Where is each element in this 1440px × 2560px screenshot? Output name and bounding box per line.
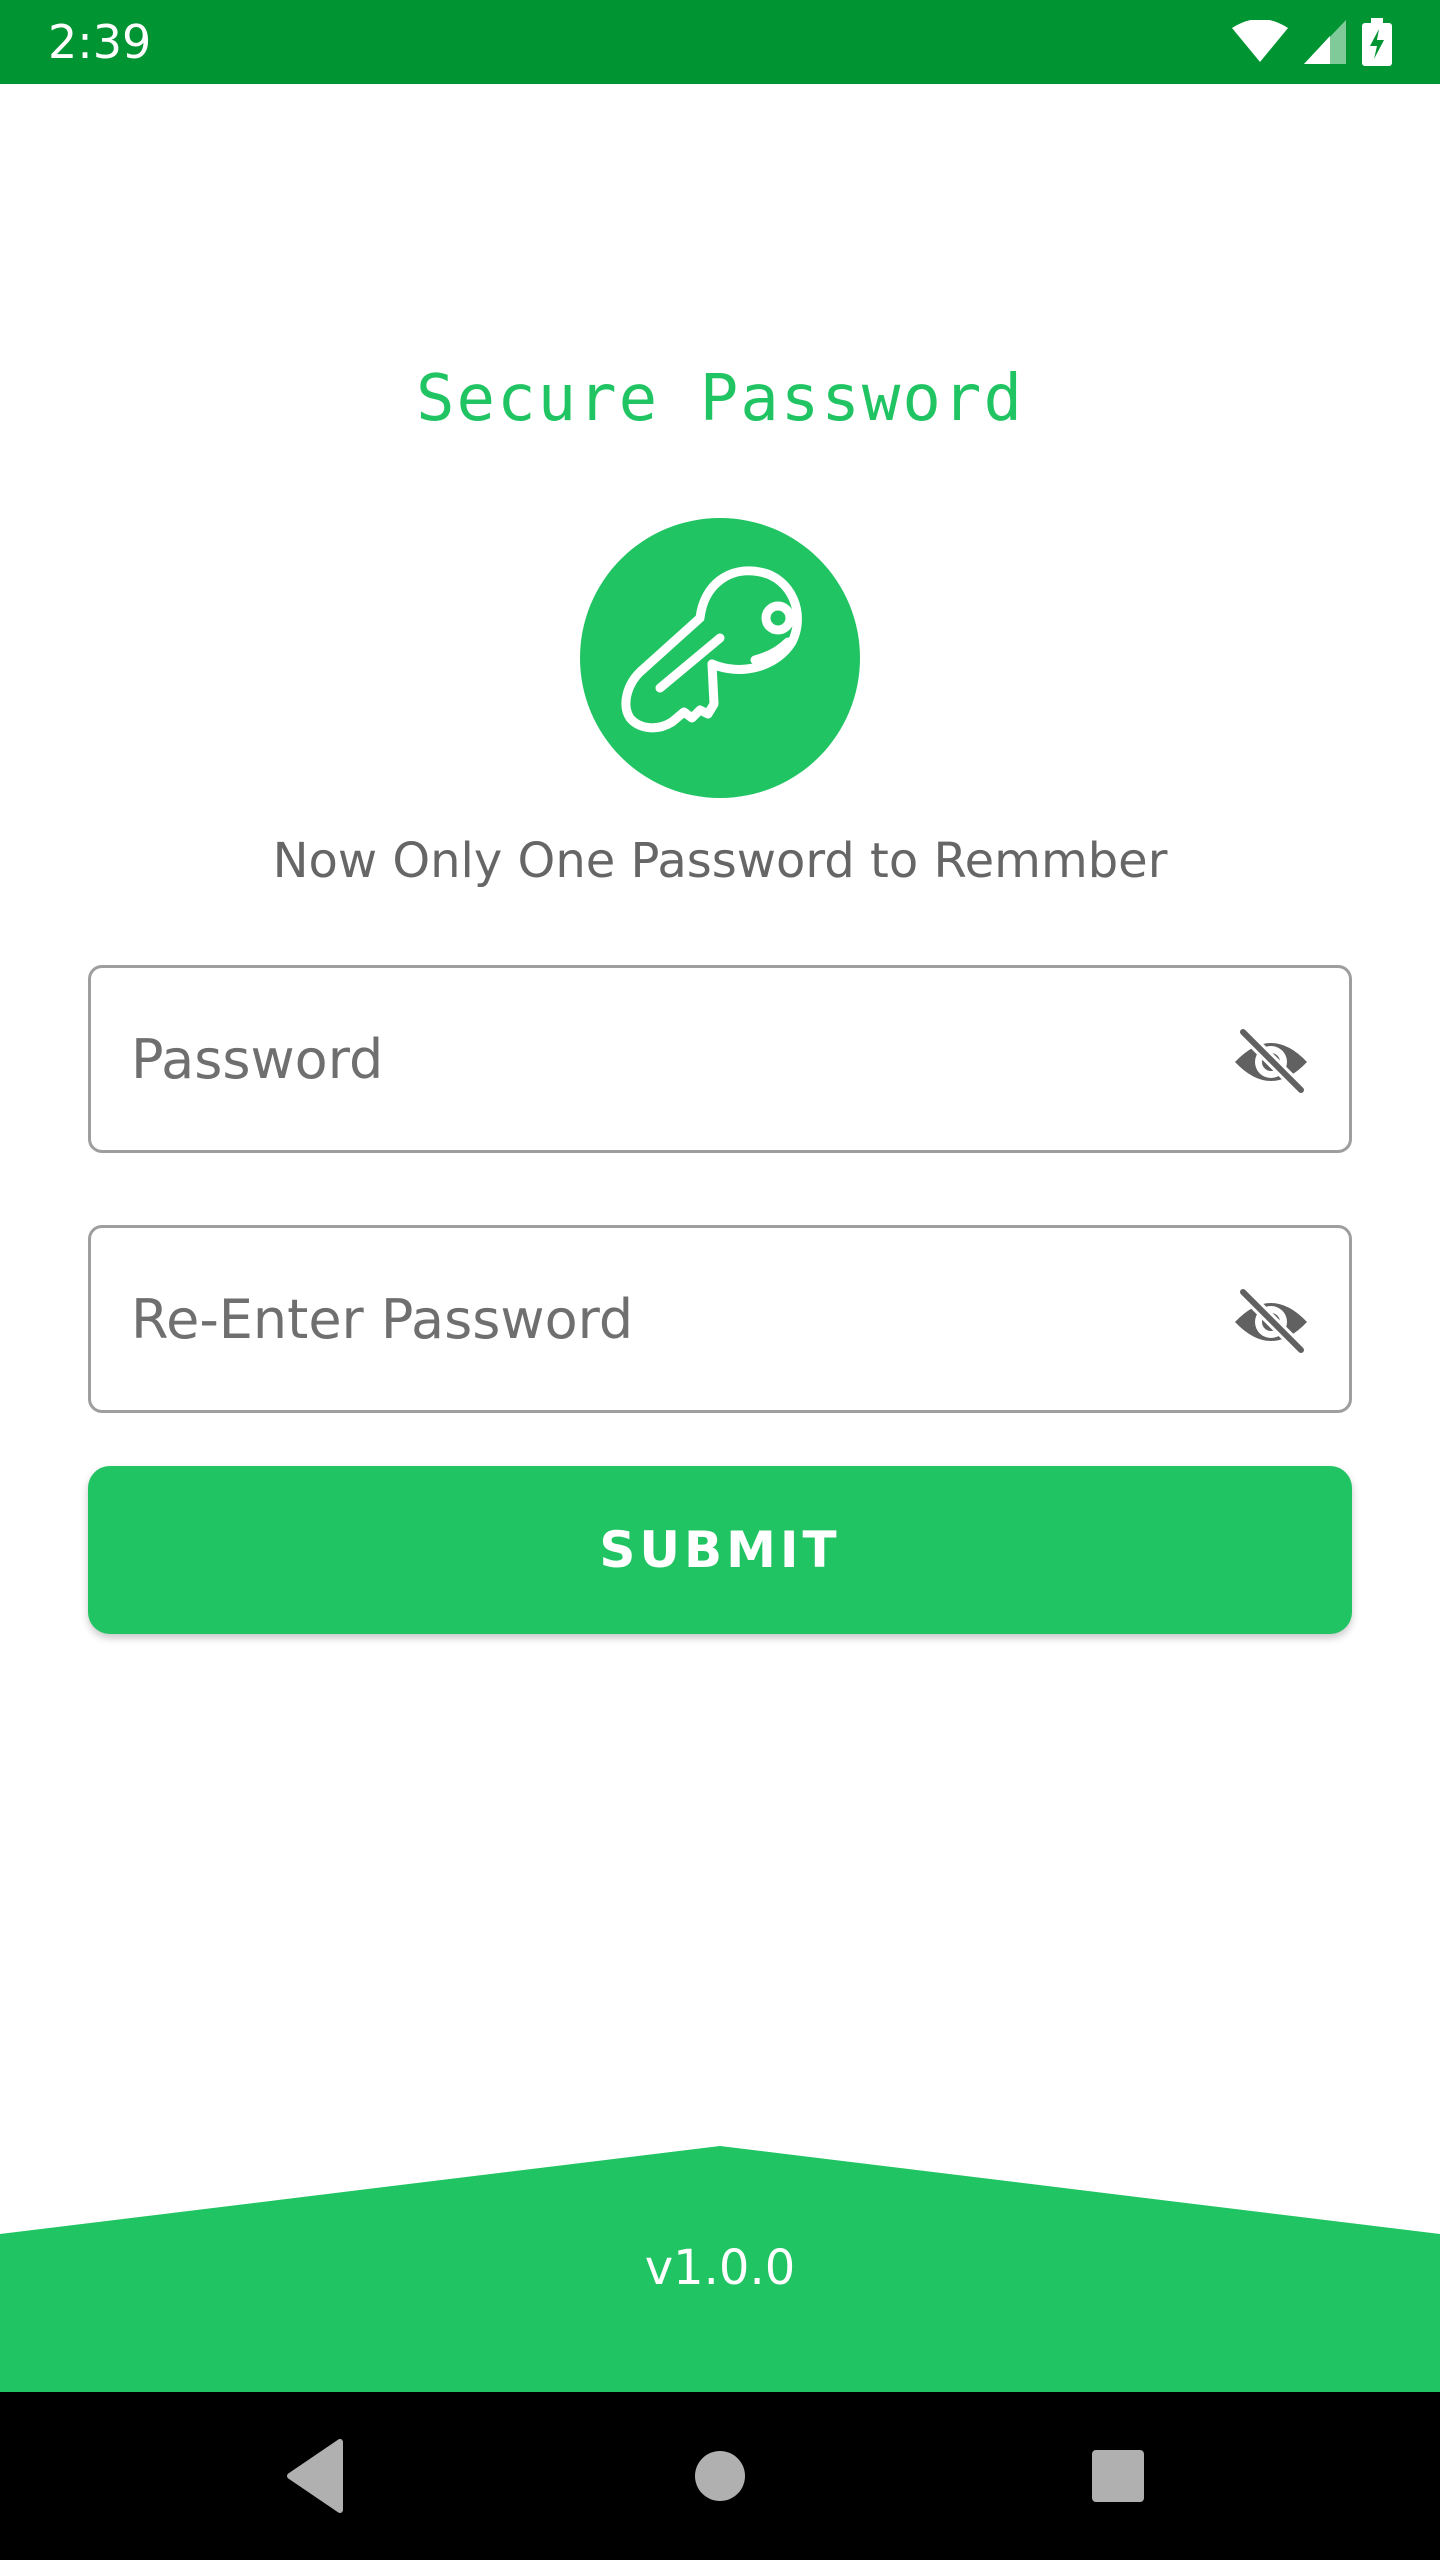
password-field[interactable] bbox=[88, 965, 1352, 1153]
key-icon bbox=[621, 566, 802, 733]
status-bar: 2:39 bbox=[0, 0, 1440, 84]
app-screen: 2:39 Secure Password Now Only One Passwo… bbox=[0, 0, 1440, 2560]
battery-charging-icon bbox=[1362, 18, 1392, 66]
recents-icon[interactable] bbox=[1068, 2426, 1168, 2526]
version-label: v1.0.0 bbox=[644, 2240, 796, 2296]
password-input[interactable] bbox=[131, 968, 1191, 1150]
eye-off-icon[interactable] bbox=[1231, 1282, 1311, 1362]
eye-off-icon[interactable] bbox=[1231, 1022, 1311, 1102]
wifi-icon bbox=[1232, 20, 1288, 64]
status-time: 2:39 bbox=[48, 15, 152, 69]
submit-button[interactable]: SUBMIT bbox=[88, 1466, 1352, 1634]
subtitle: Now Only One Password to Remmber bbox=[272, 833, 1168, 889]
status-icons bbox=[1232, 18, 1392, 66]
logo-badge bbox=[580, 518, 860, 798]
home-icon[interactable] bbox=[670, 2426, 770, 2526]
cell-signal-icon bbox=[1304, 20, 1346, 64]
navigation-bar bbox=[0, 2392, 1440, 2560]
confirm-password-input[interactable] bbox=[131, 1228, 1191, 1410]
app-title: Secure Password bbox=[416, 362, 1024, 436]
confirm-password-field[interactable] bbox=[88, 1225, 1352, 1413]
back-icon[interactable] bbox=[268, 2426, 368, 2526]
